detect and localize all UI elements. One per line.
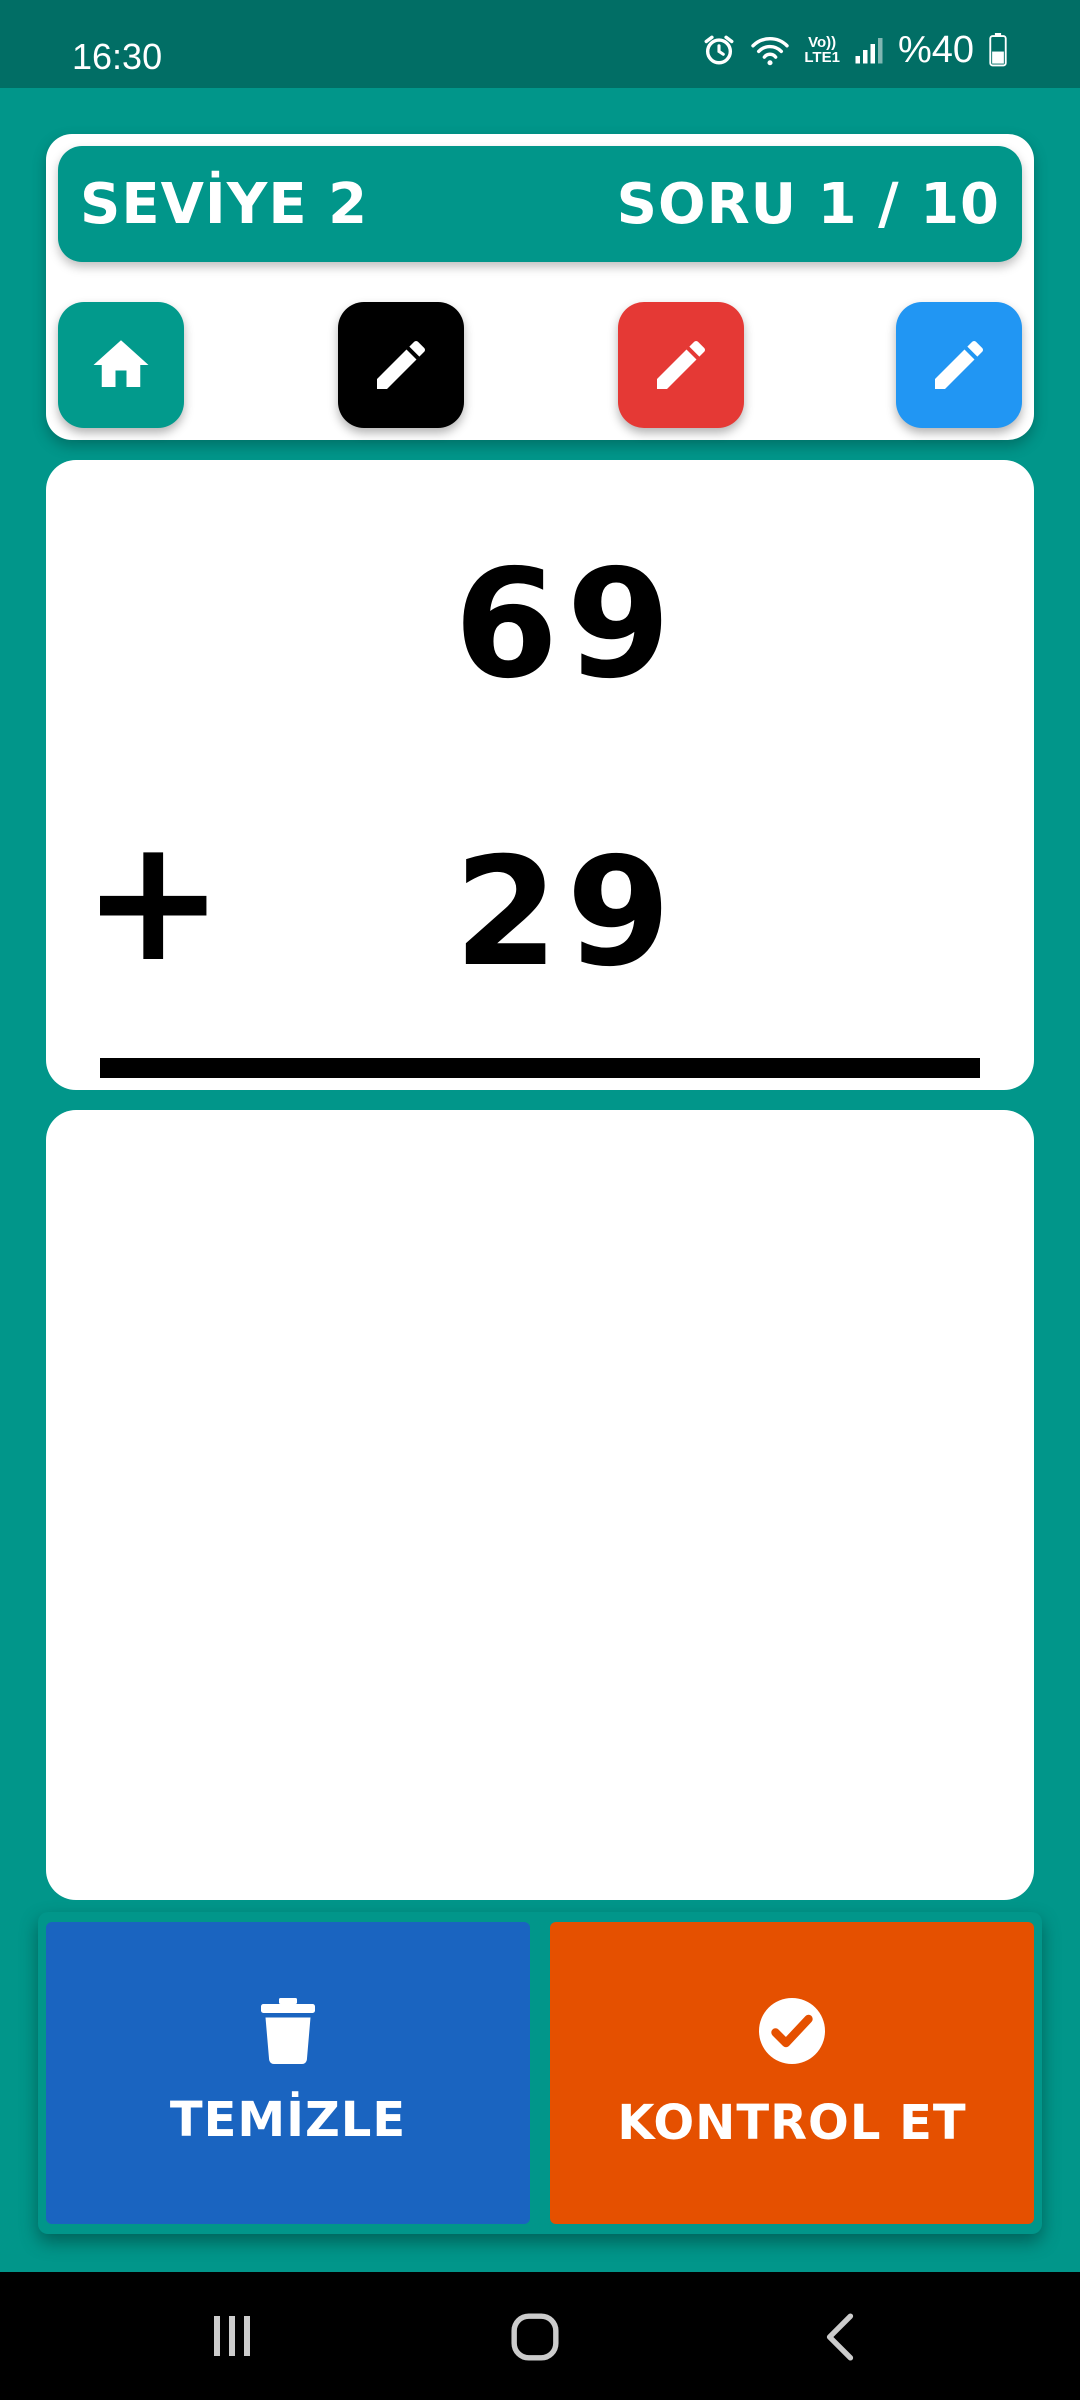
drawing-canvas[interactable] [46,1110,1034,1900]
battery-percent: %40 [897,28,974,71]
pencil-icon [377,340,426,389]
pencil-icon [657,340,706,389]
check-button[interactable]: KONTROL ET [550,1922,1034,2224]
top-number: 69 [454,538,679,712]
question-counter: SORU 1 / 10 [616,172,1000,237]
red-pen-button[interactable] [618,302,744,428]
trash-icon [261,1998,315,2064]
wifi-icon [751,37,790,66]
operator-sign: + [82,802,225,1000]
blue-pen-button[interactable] [896,302,1022,428]
level-label: SEVİYE 2 [80,172,369,237]
problem-card: 69 + 29 [46,460,1034,1090]
navigation-bar [0,2272,1080,2400]
pencil-icon [935,340,984,389]
home-button[interactable] [58,302,184,428]
home-nav-icon[interactable] [510,2312,560,2362]
recents-icon[interactable] [210,2312,254,2360]
clear-label: TEMİZLE [169,2092,407,2148]
check-circle-icon [759,1998,825,2064]
home-icon [93,340,149,387]
status-bar: 16:30 Vo)) LTE1 %40 [0,0,1080,88]
black-pen-button[interactable] [338,302,464,428]
check-label: KONTROL ET [617,2095,967,2151]
result-line [100,1058,980,1078]
bottom-number: 29 [454,826,679,1000]
volte-indicator: Vo)) LTE1 [804,34,840,66]
signal-icon [855,38,883,64]
bottom-action-panel: TEMİZLE KONTROL ET [38,1912,1042,2234]
alarm-icon [704,35,734,65]
status-time: 16:30 [72,36,163,77]
status-icons: Vo)) LTE1 %40 [702,28,1008,71]
clear-button[interactable]: TEMİZLE [46,1922,530,2224]
header-bar: SEVİYE 2 SORU 1 / 10 [58,146,1022,262]
top-card: SEVİYE 2 SORU 1 / 10 [46,134,1034,440]
battery-icon [989,33,1007,67]
back-icon[interactable] [820,2312,860,2362]
